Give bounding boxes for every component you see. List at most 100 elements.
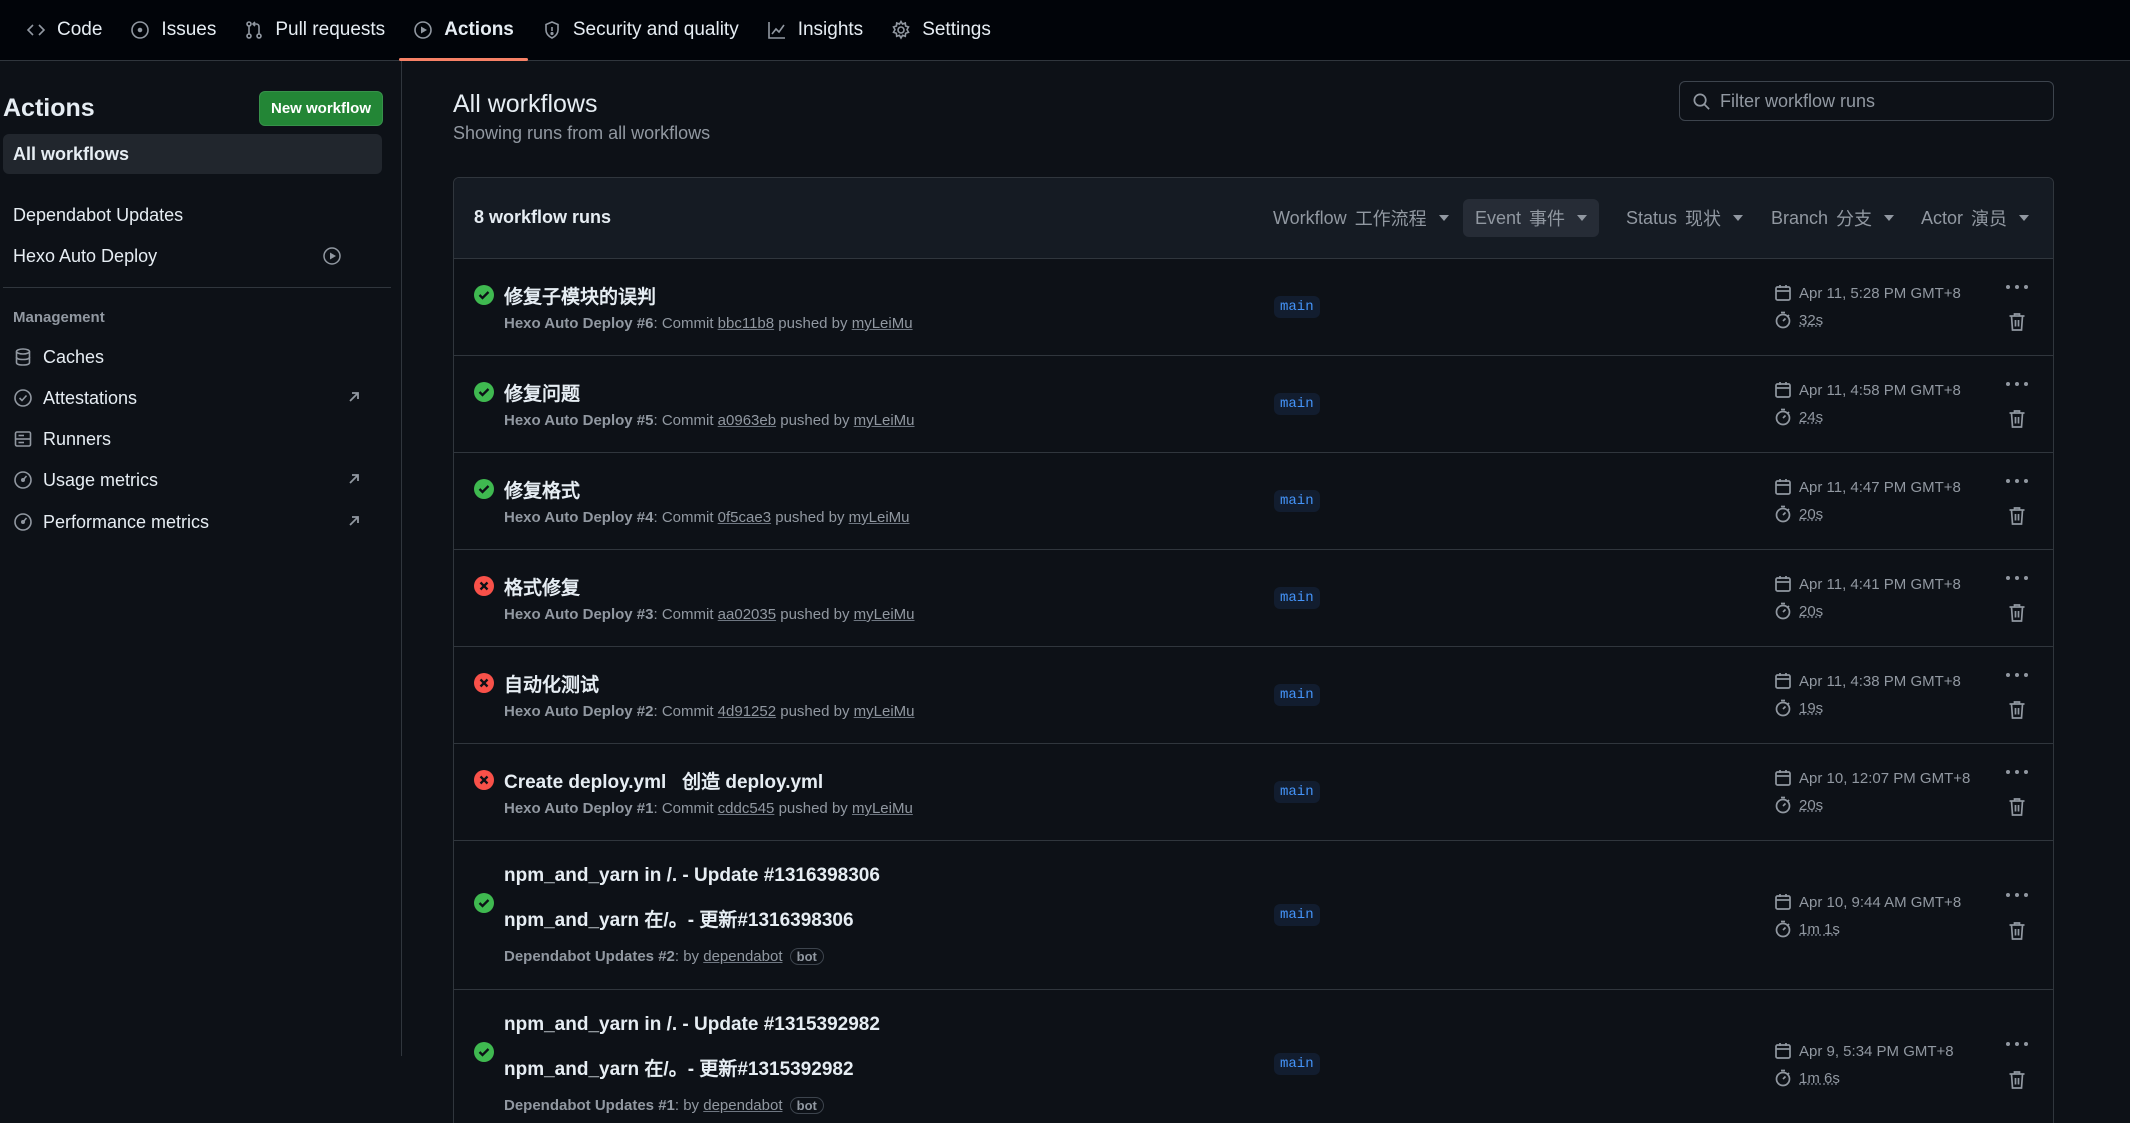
run-workflow-name: Hexo Auto Deploy [504,703,633,720]
run-title-link[interactable]: 修复问题 [504,379,580,406]
trash-icon[interactable] [2008,921,2026,941]
branch-label[interactable]: main [1274,587,1320,609]
sidebar-item-usage-metrics[interactable]: Usage metrics [3,460,382,500]
run-title-link[interactable]: npm_and_yarn in /. - Update #1316398306 [504,865,880,887]
tab-actions[interactable]: Actions [399,0,528,61]
commit-sha-link[interactable]: bbc11b8 [718,315,774,332]
event-filter-dropdown[interactable]: Event 事件 [1463,199,1600,237]
workflow-filter-dropdown[interactable]: Workflow 工作流程 [1261,199,1461,237]
graph-icon [767,22,785,39]
tab-issues[interactable]: Issues [116,0,230,60]
commit-sha-link[interactable]: aa02035 [718,606,776,623]
actor-link[interactable]: myLeiMu [852,800,913,817]
sidebar-item-dependabot-updates[interactable]: Dependabot Updates [3,195,382,235]
branch-label[interactable]: main [1274,393,1320,415]
workflow-run-row[interactable]: 自动化测试 Hexo Auto Deploy #2: Commit 4d9125… [454,647,2053,744]
sidebar-item-caches[interactable]: Caches [3,337,382,377]
actor-link[interactable]: myLeiMu [852,315,913,332]
filter-workflow-runs-input[interactable]: Filter workflow runs [1679,81,2054,121]
commit-sha-link[interactable]: 0f5cae3 [718,509,771,526]
kebab-menu-icon[interactable] [2005,379,2029,389]
branch-label[interactable]: main [1274,490,1320,512]
trash-icon[interactable] [2008,409,2026,429]
kebab-menu-icon[interactable] [2005,767,2029,777]
external-link-icon [349,392,359,402]
branch-filter-dropdown[interactable]: Branch 分支 [1759,199,1906,237]
actor-link[interactable]: dependabot [703,948,782,965]
actor-link[interactable]: myLeiMu [849,509,910,526]
sidebar-item-hexo-auto-deploy[interactable]: Hexo Auto Deploy [3,236,382,276]
workflow-run-row[interactable]: npm_and_yarn in /. - Update #1315392982 … [454,990,2053,1123]
run-title-link[interactable]: 修复格式 [504,476,580,503]
new-workflow-button[interactable]: New workflow [258,90,383,126]
run-title-link[interactable]: npm_and_yarn in /. - Update #1315392982 [504,1014,880,1036]
kebab-menu-icon[interactable] [2005,476,2029,486]
branch-label[interactable]: main [1274,904,1320,926]
workflow-run-row[interactable]: 修复子模块的误判 Hexo Auto Deploy #6: Commit bbc… [454,259,2053,356]
filter-label: Branch [1771,207,1829,228]
kebab-menu-icon[interactable] [2005,1039,2029,1049]
workflow-run-row[interactable]: 修复格式 Hexo Auto Deploy #4: Commit 0f5cae3… [454,453,2053,550]
workflow-run-row[interactable]: Create deploy.yml 创造 deploy.yml Hexo Aut… [454,744,2053,841]
actor-link[interactable]: myLeiMu [854,703,915,720]
tab-settings[interactable]: Settings [877,0,1005,60]
workflow-run-row[interactable]: 修复问题 Hexo Auto Deploy #5: Commit a0963eb… [454,356,2053,453]
run-title-translation[interactable]: npm_and_yarn 在/。- 更新#1315392982 [504,1054,854,1081]
sidebar-title: Actions [3,93,95,122]
trash-icon[interactable] [2008,312,2026,332]
management-heading: Management [13,309,105,326]
run-title-link[interactable]: 自动化测试 [504,670,599,697]
workflow-run-row[interactable]: npm_and_yarn in /. - Update #1316398306 … [454,841,2053,990]
run-duration: 20s [1774,505,1823,523]
trash-icon[interactable] [2008,700,2026,720]
trash-icon[interactable] [2008,1070,2026,1090]
sidebar-item-attestations[interactable]: Attestations [3,378,382,418]
actor-link[interactable]: myLeiMu [854,606,915,623]
run-title-translation[interactable]: npm_and_yarn 在/。- 更新#1316398306 [504,905,854,932]
tab-pull-requests[interactable]: Pull requests [230,0,399,60]
run-workflow-icon[interactable] [322,246,342,266]
sidebar-item-performance-metrics[interactable]: Performance metrics [3,502,382,542]
commit-word: Commit [661,509,714,526]
stopwatch-icon [1775,920,1791,938]
run-number: #6 [636,315,654,332]
commit-sha-link[interactable]: a0963eb [718,412,776,429]
branch-label[interactable]: main [1274,296,1320,318]
run-title-link[interactable]: Create deploy.yml 创造 deploy.yml [504,767,823,794]
commit-sha-link[interactable]: cddc545 [718,800,775,817]
kebab-menu-icon[interactable] [2005,670,2029,680]
kebab-menu-icon[interactable] [2005,282,2029,292]
calendar-icon [1775,673,1791,689]
tab-code[interactable]: Code [12,0,116,60]
workflow-run-row[interactable]: 格式修复 Hexo Auto Deploy #3: Commit aa02035… [454,550,2053,647]
sidebar-item-all-workflows[interactable]: All workflows [3,134,382,174]
status-filter-dropdown[interactable]: Status 现状 [1614,199,1755,237]
sidebar-item-label: Runners [43,428,112,449]
chevron-down-icon [1577,215,1588,221]
actor-link[interactable]: dependabot [703,1097,782,1114]
run-title-link[interactable]: 格式修复 [504,573,580,600]
actor-filter-dropdown[interactable]: Actor 演员 [1909,199,2041,237]
trash-icon[interactable] [2008,506,2026,526]
kebab-menu-icon[interactable] [2005,573,2029,583]
run-meta: Hexo Auto Deploy #5: Commit a0963eb push… [504,412,915,429]
actor-link[interactable]: myLeiMu [854,412,915,429]
tab-insights[interactable]: Insights [753,0,877,60]
trash-icon[interactable] [2008,603,2026,623]
sidebar-item-label: Attestations [43,387,138,408]
commit-sha-link[interactable]: 4d91252 [718,703,776,720]
tab-label: Pull requests [275,19,386,40]
branch-label[interactable]: main [1274,781,1320,803]
run-meta: Hexo Auto Deploy #1: Commit cddc545 push… [504,800,913,817]
kebab-menu-icon[interactable] [2005,890,2029,900]
branch-label[interactable]: main [1274,1053,1320,1075]
branch-label[interactable]: main [1274,684,1320,706]
trash-icon[interactable] [2008,797,2026,817]
sidebar-item-label: All workflows [13,143,130,164]
run-meta: Dependabot Updates #1: by dependabot bot [504,1097,824,1114]
tab-security[interactable]: Security and quality [528,0,753,60]
run-title-link[interactable]: 修复子模块的误判 [504,282,656,309]
sidebar-item-runners[interactable]: Runners [3,419,382,459]
gear-icon [892,20,910,40]
run-meta: Hexo Auto Deploy #2: Commit 4d91252 push… [504,703,915,720]
